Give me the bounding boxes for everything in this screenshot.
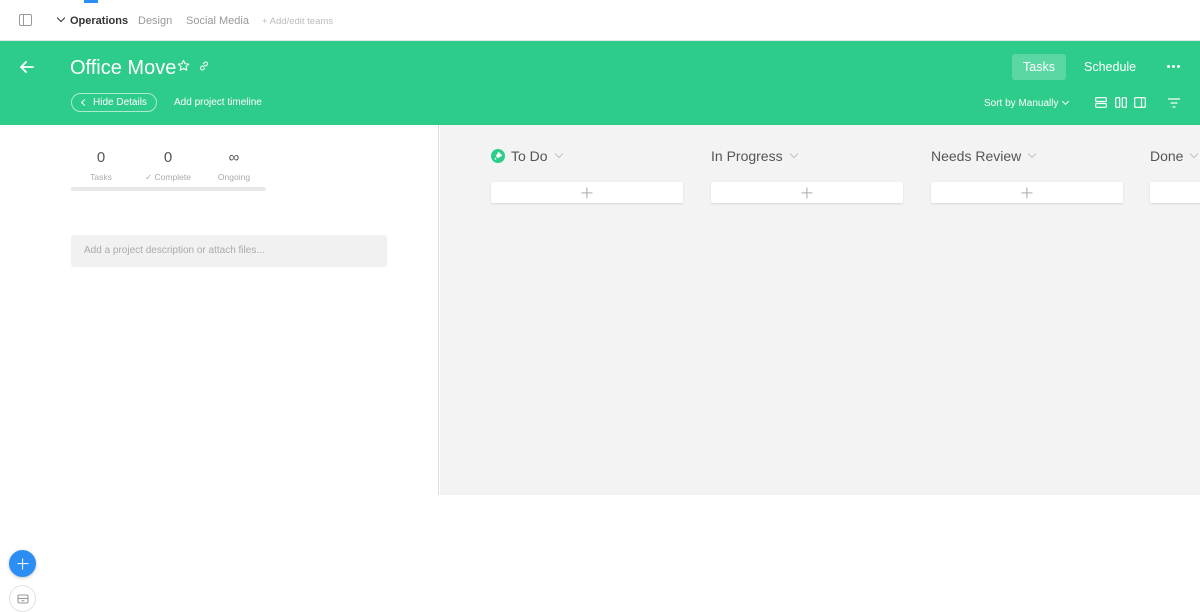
stat-label: ✓ Complete — [145, 172, 191, 182]
board-view-icon[interactable] — [1115, 97, 1127, 108]
chevron-down-icon — [1028, 149, 1037, 159]
stat-value: ∞ — [228, 149, 240, 166]
team-tab-operations[interactable]: Operations — [56, 13, 129, 27]
pin-icon — [491, 149, 505, 163]
star-icon[interactable] — [177, 59, 190, 72]
stat-value: 0 — [96, 149, 106, 166]
hide-details-label: Hide Details — [93, 97, 147, 108]
quick-add-button[interactable] — [9, 550, 36, 577]
panel-view-icon[interactable] — [1134, 97, 1146, 108]
column-header[interactable]: Needs Review — [931, 148, 1037, 164]
stat-label: Tasks — [90, 172, 112, 182]
stat-value: 0 — [163, 149, 173, 166]
stat-ongoing: ∞ Ongoing — [213, 149, 255, 182]
column-header[interactable]: To Do — [491, 148, 563, 164]
project-header: Office Move Hide Details Add project tim… — [0, 41, 1200, 125]
add-task-button[interactable] — [931, 182, 1123, 203]
project-details-panel: 0 Tasks 0 ✓ Complete ∞ Ongoing Add a pro… — [0, 125, 439, 612]
hide-details-button[interactable]: Hide Details — [71, 93, 157, 112]
project-title[interactable]: Office Move — [70, 57, 176, 80]
column-title: To Do — [511, 148, 548, 164]
list-view-icon[interactable] — [1095, 97, 1107, 108]
team-label: Operations — [70, 15, 129, 27]
chevron-down-icon — [554, 149, 563, 159]
add-task-button[interactable] — [1150, 182, 1200, 203]
chevron-left-icon — [80, 98, 89, 107]
stat-label: Ongoing — [217, 172, 251, 182]
column-header[interactable]: Done — [1150, 148, 1199, 164]
column-title: In Progress — [711, 148, 783, 164]
sidebar-toggle-icon[interactable] — [19, 14, 32, 26]
chevron-down-icon — [56, 13, 66, 23]
chevron-down-icon — [1190, 149, 1199, 159]
add-task-button[interactable] — [711, 182, 903, 203]
team-bar: Operations Design Social Media + Add/edi… — [0, 0, 1200, 41]
kanban-board: To Do In Progress Needs Review Done — [440, 125, 1200, 495]
tab-tasks[interactable]: Tasks — [1012, 54, 1066, 80]
project-description-input[interactable]: Add a project description or attach file… — [71, 235, 387, 267]
add-edit-teams-link[interactable]: + Add/edit teams — [262, 16, 333, 27]
chevron-down-icon — [1062, 97, 1070, 106]
sort-label: Sort by Manually — [984, 98, 1059, 109]
active-tab-indicator — [84, 0, 98, 3]
team-tab-design[interactable]: Design — [138, 15, 172, 27]
sort-dropdown[interactable]: Sort by Manually — [984, 97, 1070, 109]
stat-complete: 0 ✓ Complete — [140, 149, 196, 183]
tab-schedule[interactable]: Schedule — [1073, 54, 1147, 80]
add-task-button[interactable] — [491, 182, 683, 203]
project-progress-bar — [71, 187, 266, 191]
filter-icon[interactable] — [1168, 98, 1180, 108]
stat-tasks: 0 Tasks — [84, 149, 118, 182]
link-icon[interactable] — [198, 60, 210, 72]
inbox-icon — [17, 594, 29, 604]
inbox-button[interactable] — [9, 585, 36, 612]
column-header[interactable]: In Progress — [711, 148, 798, 164]
more-options-icon[interactable] — [1167, 65, 1181, 69]
back-arrow-icon[interactable] — [18, 59, 36, 75]
team-tab-social-media[interactable]: Social Media — [186, 15, 249, 27]
add-project-timeline-link[interactable]: Add project timeline — [174, 97, 262, 108]
column-title: Needs Review — [931, 148, 1022, 164]
column-title: Done — [1150, 148, 1184, 164]
chevron-down-icon — [789, 149, 798, 159]
